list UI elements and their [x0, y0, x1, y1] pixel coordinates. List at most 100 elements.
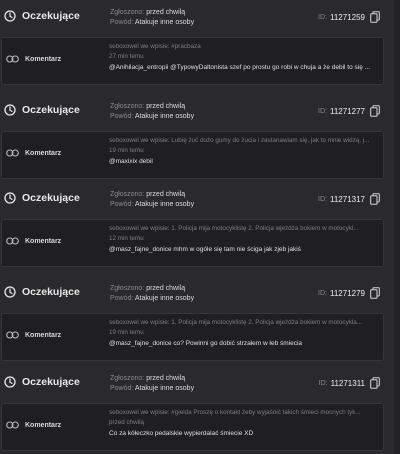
- reason-label: Powód:: [110, 19, 134, 26]
- content-type-label: Komentarz: [25, 331, 62, 339]
- link-icon: [6, 149, 19, 157]
- clock-icon: [4, 286, 16, 298]
- report-meta: Zgłoszono: przed chwilą Powód: Atakuje i…: [110, 190, 194, 210]
- comment-context[interactable]: seboxowel we wpisie: #gielda Proszę o ko…: [109, 408, 381, 418]
- comment-time: 27 min temu: [109, 52, 144, 60]
- reports-panel: Oczekujące Zgłoszono: przed chwilą Powód…: [0, 0, 400, 454]
- id-label: ID:: [318, 107, 327, 115]
- copy-icon[interactable]: [370, 377, 380, 389]
- reported-value: przed chwilą: [146, 285, 186, 292]
- report-meta: Zgłoszono: przed chwilą Powód: Atakuje i…: [110, 284, 194, 304]
- content-type: Komentarz: [6, 421, 61, 429]
- comment-time: 19 min temu: [109, 328, 144, 336]
- content-type-label: Komentarz: [25, 237, 62, 245]
- report-header: Oczekujące Zgłoszono: przed chwilą Powód…: [0, 97, 394, 131]
- status-label: Oczekujące: [22, 286, 80, 298]
- copy-icon[interactable]: [370, 105, 380, 117]
- comment-text: @maxixix debil: [109, 157, 153, 165]
- reason-value: Atakuje inne osoby: [134, 295, 195, 302]
- reason-value: Atakuje inne osoby: [134, 201, 195, 208]
- comment-body: seboxowel we wpisie: 1. Policja mija mot…: [109, 224, 381, 256]
- reported-label: Zgłoszono:: [110, 9, 145, 16]
- clock-icon: [4, 192, 16, 204]
- comment-text: @Anihilacja_entropii @TypowyDaltonista s…: [109, 63, 371, 71]
- report-id: ID: 11271317: [318, 193, 380, 205]
- content-type: Komentarz: [6, 237, 61, 245]
- link-icon: [6, 421, 19, 429]
- content-type: Komentarz: [6, 55, 61, 63]
- comment-text: @masz_fajne_donice co? Powinni go dobić …: [109, 339, 303, 347]
- id-label: ID:: [318, 13, 327, 21]
- copy-icon[interactable]: [370, 287, 380, 299]
- reported-value: przed chwilą: [146, 375, 186, 382]
- content-type-label: Komentarz: [25, 149, 62, 157]
- reported-label: Zgłoszono:: [110, 375, 145, 382]
- comment-body: seboxowel we wpisie: #gielda Proszę o ko…: [109, 408, 381, 440]
- status-label: Oczekujące: [22, 376, 80, 388]
- report-item: Oczekujące Zgłoszono: przed chwilą Powód…: [0, 369, 394, 451]
- content-type: Komentarz: [6, 149, 61, 157]
- copy-icon[interactable]: [370, 193, 380, 205]
- content-type-label: Komentarz: [25, 55, 62, 63]
- link-icon: [6, 55, 19, 63]
- clock-icon: [4, 10, 16, 22]
- comment-card[interactable]: Komentarz seboxowel we wpisie: Lubię żuć…: [1, 131, 384, 179]
- comment-context[interactable]: seboxowel we wpisie: Lubię żuć dużo gumy…: [109, 136, 381, 146]
- status-label: Oczekujące: [22, 192, 80, 204]
- content-type-label: Komentarz: [25, 421, 62, 429]
- reported-value: przed chwilą: [146, 191, 186, 198]
- comment-body: seboxowel we wpisie: Lubię żuć dużo gumy…: [109, 136, 381, 168]
- reason-label: Powód:: [110, 295, 134, 302]
- id-label: ID:: [318, 379, 328, 387]
- status: Oczekujące: [4, 104, 80, 116]
- comment-card[interactable]: Komentarz seboxowel we wpisie: 1. Policj…: [1, 313, 384, 361]
- copy-icon[interactable]: [370, 11, 380, 23]
- comment-time: 19 min temu: [109, 146, 144, 154]
- comment-context[interactable]: seboxowel we wpisie: 1. Policja mija mot…: [109, 224, 381, 234]
- id-label: ID:: [318, 195, 327, 203]
- report-header: Oczekujące Zgłoszono: przed chwilą Powód…: [0, 279, 394, 313]
- report-meta: Zgłoszono: przed chwilą Powód: Atakuje i…: [110, 8, 194, 28]
- comment-time: przed chwilą: [109, 418, 144, 426]
- reported-label: Zgłoszono:: [110, 103, 145, 110]
- report-header: Oczekujące Zgłoszono: przed chwilą Powód…: [0, 369, 394, 403]
- comment-context[interactable]: seboxowel we wpisie: 1. Policja mija mot…: [109, 318, 381, 328]
- reason-value: Atakuje inne osoby: [134, 385, 195, 392]
- reason-label: Powód:: [110, 201, 134, 208]
- id-value: 11271311: [330, 378, 365, 388]
- comment-card[interactable]: Komentarz seboxowel we wpisie: #pracbaza…: [1, 37, 384, 85]
- report-header: Oczekujące Zgłoszono: przed chwilą Powód…: [0, 3, 394, 37]
- report-item: Oczekujące Zgłoszono: przed chwilą Powód…: [0, 3, 394, 85]
- report-id: ID: 11271311: [319, 377, 380, 389]
- comment-time: 12 min temu: [109, 234, 144, 242]
- comment-card[interactable]: Komentarz seboxowel we wpisie: 1. Policj…: [1, 219, 384, 267]
- status: Oczekujące: [4, 376, 80, 388]
- id-value: 11271259: [330, 12, 365, 22]
- status-label: Oczekujące: [22, 10, 80, 22]
- comment-body: seboxowel we wpisie: 1. Policja mija mot…: [109, 318, 381, 350]
- id-value: 11271277: [330, 106, 365, 116]
- reason-label: Powód:: [110, 113, 134, 120]
- status-label: Oczekujące: [22, 104, 80, 116]
- status: Oczekujące: [4, 286, 80, 298]
- content-type: Komentarz: [6, 331, 61, 339]
- id-value: 11271279: [330, 288, 365, 298]
- comment-context[interactable]: seboxowel we wpisie: #pracbaza: [109, 42, 381, 52]
- report-id: ID: 11271279: [318, 287, 380, 299]
- comment-text: Co za kółeczko pedalskie wypierdalać śmi…: [109, 429, 254, 437]
- reported-label: Zgłoszono:: [110, 191, 145, 198]
- id-label: ID:: [318, 289, 327, 297]
- comment-text: @masz_fajne_donice mhm w ogóle się tam n…: [109, 245, 301, 253]
- link-icon: [6, 331, 19, 339]
- reported-value: przed chwilą: [146, 9, 186, 16]
- report-item: Oczekujące Zgłoszono: przed chwilą Powód…: [0, 185, 394, 267]
- report-id: ID: 11271259: [318, 11, 380, 23]
- report-item: Oczekujące Zgłoszono: przed chwilą Powód…: [0, 97, 394, 179]
- reported-value: przed chwilą: [146, 103, 186, 110]
- status: Oczekujące: [4, 192, 80, 204]
- report-meta: Zgłoszono: przed chwilą Powód: Atakuje i…: [110, 102, 194, 122]
- reported-label: Zgłoszono:: [110, 285, 145, 292]
- comment-card[interactable]: Komentarz seboxowel we wpisie: #gielda P…: [1, 403, 384, 451]
- scrollbar-track[interactable]: [394, 0, 400, 454]
- id-value: 11271317: [330, 194, 365, 204]
